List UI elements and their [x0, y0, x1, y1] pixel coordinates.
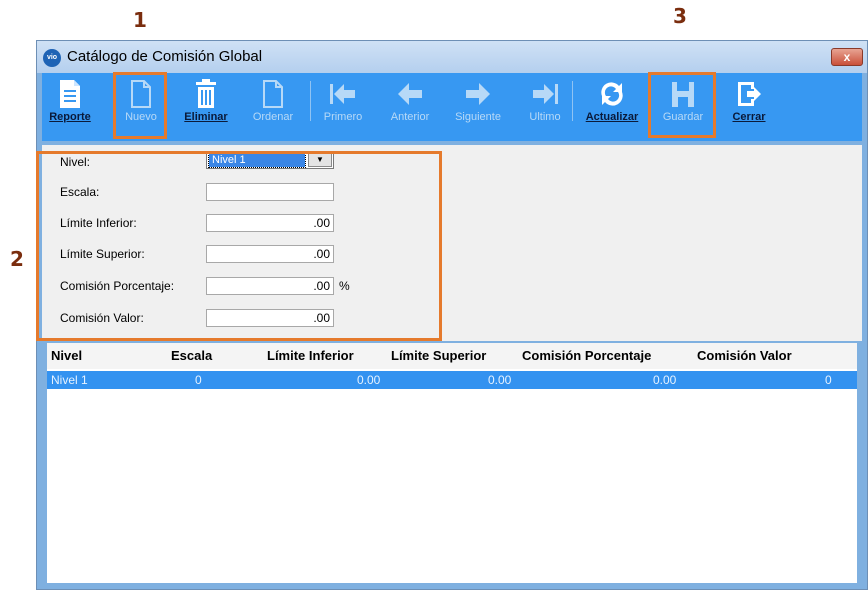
first-button[interactable]: Primero: [316, 75, 370, 137]
refresh-label: Actualizar: [585, 111, 639, 123]
delete-label: Eliminar: [184, 111, 228, 123]
column-header-limite-superior[interactable]: Límite Superior: [391, 348, 486, 363]
next-label: Siguiente: [455, 111, 501, 123]
first-label: Primero: [323, 111, 363, 123]
close-button[interactable]: Cerrar: [724, 75, 774, 137]
report-button[interactable]: Reporte: [44, 75, 96, 137]
previous-label: Anterior: [390, 111, 430, 123]
app-logo-icon: vio: [43, 49, 61, 67]
report-label: Reporte: [49, 111, 91, 123]
callout-1: 1: [133, 8, 147, 32]
window-title: Catálogo de Comisión Global: [67, 48, 263, 65]
cell-comision-valor: 0: [825, 373, 832, 387]
refresh-button[interactable]: Actualizar: [580, 75, 644, 137]
table-row[interactable]: Nivel 1 0 0.00 0.00 0.00 0: [47, 371, 857, 389]
close-label: Cerrar: [732, 111, 766, 123]
column-header-comision-porcentaje[interactable]: Comisión Porcentaje: [522, 348, 651, 363]
cell-limite-inferior: 0.00: [357, 373, 381, 387]
sort-label: Ordenar: [252, 111, 294, 123]
callout-3: 3: [673, 4, 687, 28]
refresh-icon: [601, 82, 623, 106]
close-window-button[interactable]: x: [831, 48, 863, 66]
last-label: Ultimo: [529, 111, 561, 123]
highlight-save-button: [648, 72, 716, 138]
report-icon: [60, 80, 80, 108]
highlight-form-panel: [36, 151, 442, 341]
data-grid: Nivel Escala Límite Inferior Límite Supe…: [47, 343, 857, 583]
column-header-nivel[interactable]: Nivel: [51, 348, 82, 363]
title-bar: vio Catálogo de Comisión Global x: [37, 41, 867, 73]
column-header-limite-inferior[interactable]: Límite Inferior: [267, 348, 354, 363]
cell-comision-porcentaje: 0.00: [653, 373, 677, 387]
next-button[interactable]: Siguiente: [446, 75, 510, 137]
highlight-new-button: [113, 72, 167, 139]
column-header-escala[interactable]: Escala: [171, 348, 212, 363]
previous-arrow-icon: [398, 83, 422, 105]
delete-button[interactable]: Eliminar: [178, 75, 234, 137]
toolbar-separator: [310, 81, 311, 121]
toolbar-separator: [572, 81, 573, 121]
sort-button[interactable]: Ordenar: [246, 75, 300, 137]
previous-button[interactable]: Anterior: [382, 75, 438, 137]
exit-icon: [738, 82, 761, 106]
cell-nivel: Nivel 1: [51, 373, 88, 387]
sort-document-icon: [263, 80, 283, 108]
last-arrow-icon: [533, 84, 558, 104]
callout-2: 2: [10, 247, 24, 271]
cell-escala: 0: [195, 373, 202, 387]
cell-limite-superior: 0.00: [488, 373, 512, 387]
trash-icon: [196, 79, 216, 108]
last-button[interactable]: Ultimo: [520, 75, 570, 137]
grid-header: Nivel Escala Límite Inferior Límite Supe…: [47, 343, 857, 369]
first-arrow-icon: [330, 84, 355, 104]
column-header-comision-valor[interactable]: Comisión Valor: [697, 348, 792, 363]
next-arrow-icon: [466, 83, 490, 105]
